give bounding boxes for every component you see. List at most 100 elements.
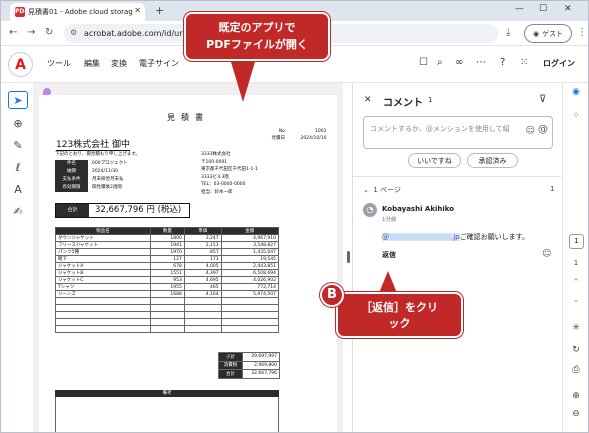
cell-product: ダウンジャケット (55, 234, 151, 242)
approve-chip[interactable]: 承認済み (467, 153, 518, 168)
comment-body: @ .jpご確認お願いします。 (382, 232, 529, 242)
search-icon[interactable]: ⌕ (437, 57, 443, 68)
page-group-header[interactable]: ⌄ 1 ページ (363, 185, 401, 195)
comment-input[interactable]: コメントするか、@メンションを使用して紹 ☺ @ (363, 116, 553, 149)
help-icon[interactable]: ? (500, 57, 505, 68)
page-view-icon[interactable]: ⎙ (563, 365, 588, 375)
menu-dots-icon[interactable]: ⋮ (577, 27, 587, 38)
back-icon[interactable]: ← (9, 27, 17, 38)
cell-qty: 1688 (150, 290, 185, 298)
apps-grid-icon[interactable]: ⁙ (520, 57, 528, 68)
profile-guest-button[interactable]: ◉ ゲスト (524, 24, 572, 43)
page-up-icon[interactable]: ⌃ (563, 278, 588, 288)
emoji-icon[interactable]: ☺ (526, 126, 535, 136)
menu-convert[interactable]: 変換 (111, 58, 127, 69)
table-row: ジャケットB 1551 4,397 6,508,694 (55, 269, 280, 277)
right-rail: ◉ ⁘ 1 1 ⌃ ⌄ ✳ ↻ ⎙ ⊕ ⊖ (562, 83, 588, 432)
cell-price: 171 (183, 255, 222, 263)
cell-price: 857 (183, 248, 222, 256)
close-tab-icon[interactable]: ✕ (134, 6, 141, 15)
cell-amount: 4,026,902 (220, 276, 280, 284)
cell-amount: 4,967,910 (220, 234, 280, 242)
cell-qty: 953 (150, 276, 185, 284)
menu-tools[interactable]: ツール (47, 58, 71, 69)
intro-text: 下記のとおり、御見積もり申し上げます。 (55, 152, 140, 157)
callout-click-reply: ［返信］をクリ ック (336, 292, 463, 338)
acrobat-logo-icon[interactable]: A (8, 52, 33, 77)
info-value: 2024/11/30 (92, 169, 118, 174)
page-number-input[interactable]: 1 (569, 234, 584, 249)
text-box-icon[interactable]: A (8, 181, 28, 199)
login-button[interactable]: ログイン (543, 58, 575, 69)
sign-icon[interactable]: ✍ (8, 203, 28, 221)
add-reaction-icon[interactable]: ☺ (542, 249, 551, 259)
maximize-icon[interactable]: ☐ (539, 4, 547, 14)
recipient-company: 123株式会社 御中 (56, 137, 131, 151)
comment-tool-icon[interactable]: ☐ (419, 57, 428, 68)
callout-pointer (231, 62, 255, 102)
pen-icon[interactable]: ✎ (8, 137, 28, 155)
site-info-icon[interactable]: ⚙ (70, 28, 77, 37)
thumbnails-icon[interactable]: ⁘ (563, 111, 588, 121)
table-row-empty (55, 318, 280, 326)
like-chip[interactable]: いいですね (408, 153, 461, 168)
more-icon[interactable]: ⋯ (476, 57, 486, 68)
page-total: 1 (573, 259, 579, 267)
date-label: 見積日 (271, 136, 286, 141)
mention[interactable]: @ .jp (382, 233, 460, 241)
document-viewer[interactable]: 見積書 123株式会社 御中 No 1001 見積日 2024/10/10 下記… (33, 83, 343, 432)
cell-product: ジャケットB (55, 269, 151, 277)
remarks-header: 備考 (55, 390, 279, 397)
comments-panel-icon[interactable]: ◉ (563, 87, 588, 97)
add-comment-icon[interactable]: ⊕ (8, 115, 28, 133)
url-text: acrobat.adobe.com/id/urn:a (84, 29, 196, 38)
page-down-icon[interactable]: ⌄ (563, 295, 588, 305)
cell-product: Tシャツ (55, 283, 151, 291)
guest-icon: ◉ (532, 29, 540, 38)
menu-edit[interactable]: 編集 (84, 58, 100, 69)
sum-label: 合計 (218, 369, 243, 379)
cell-qty: 1800 (150, 234, 185, 242)
select-cursor-icon[interactable]: ➤ (8, 91, 28, 109)
close-panel-icon[interactable]: ✕ (364, 95, 372, 105)
info-block: 件名 000プロジェクト 納期 2024/11/30 支払条件 月末締翌月末払 有効期… (55, 158, 128, 192)
download-icon[interactable]: ⤓ (506, 27, 510, 38)
draw-icon[interactable]: ℓ (8, 159, 28, 177)
cell-product: パンツ5種 (55, 248, 151, 256)
tab-title: 見積書01 - Adobe cloud storag (28, 8, 133, 16)
sender-block: 3333株式会社 〒100-0001 東京都千代田区千代田1-1-1 3333ビ… (201, 151, 258, 196)
zoom-out-icon[interactable]: ⊖ (563, 409, 588, 419)
cell-amount: 1,435,047 (220, 248, 280, 256)
cell-amount: 5,974,507 (220, 290, 280, 298)
table-header: 金額 (220, 227, 280, 235)
table-row: フリースジャケット 1941 2,151 3,548,827 (55, 241, 280, 249)
table-row: ダウンジャケット 1800 3,247 4,967,910 (55, 234, 280, 242)
reply-button[interactable]: 返信 (382, 250, 396, 260)
step-marker: B (320, 283, 344, 307)
forward-icon[interactable]: → (27, 27, 35, 38)
table-row-empty (55, 311, 280, 319)
minimize-icon[interactable]: — (515, 4, 524, 14)
cell-product: 靴下 (55, 255, 151, 263)
mention-icon[interactable]: @ (538, 125, 548, 135)
menu-esign[interactable]: 電子サイン (139, 58, 179, 69)
sender-line: 担当：鈴木一郎 (201, 189, 233, 195)
filter-icon[interactable]: ⊽ (539, 94, 546, 105)
info-key: 納期 (55, 168, 88, 176)
link-icon[interactable]: ∞ (455, 57, 463, 68)
panel-resize-handle[interactable] (347, 251, 350, 263)
close-window-icon[interactable]: ✕ (564, 4, 572, 14)
browser-tab[interactable]: PDF 見積書01 - Adobe cloud storag ✕ (10, 3, 145, 21)
zoom-in-icon[interactable]: ⊕ (563, 391, 588, 401)
table-row: Tシャツ 1955 465 772,714 (55, 283, 280, 291)
new-tab-icon[interactable]: + (155, 4, 164, 17)
cell-price: 4,005 (183, 262, 222, 270)
info-value: 御見積後2週間 (92, 185, 122, 190)
no-label: No (278, 129, 285, 134)
callout-line: ック (388, 317, 411, 330)
rotate-icon[interactable]: ↻ (563, 345, 588, 355)
cell-price: 4,397 (183, 269, 222, 277)
ai-assistant-icon[interactable]: ✳ (563, 323, 588, 333)
table-row-empty (55, 304, 280, 312)
reload-icon[interactable]: ↻ (45, 27, 53, 38)
